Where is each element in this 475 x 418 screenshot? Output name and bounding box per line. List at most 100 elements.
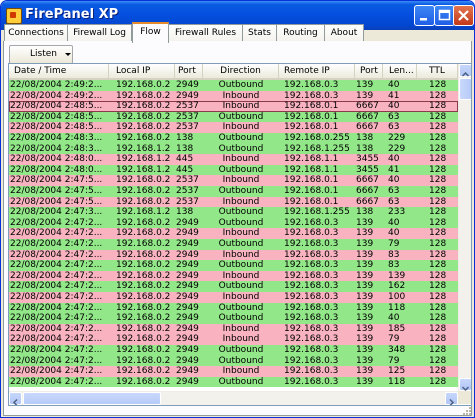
cell-ttl: 128 [429,111,447,122]
horizontal-scrollbar[interactable] [9,391,458,405]
listen-dropdown-button[interactable]: Listen [9,45,73,64]
table-row[interactable]: 22/08/2004 2:47:2... 192.168.0.2 2949 Inbou… [9,323,458,335]
cell-local-port: 138 [176,143,194,154]
scroll-right-button[interactable] [445,392,458,405]
table-row[interactable]: 22/08/2004 2:48:3... 192.168.0.2 138 Outbou… [9,133,458,144]
cell-direction: Outbound [218,281,264,292]
tab-stats[interactable]: Stats [242,24,277,41]
table-row[interactable]: 22/08/2004 2:47:2... 192.168.0.2 2949 Outbo… [9,239,458,250]
cell-remote-port: 139 [356,281,374,292]
cell-local-port: 2537 [176,101,199,112]
table-row[interactable]: 22/08/2004 2:47:5... 192.168.0.2 2537 Inbou… [9,196,458,208]
cell-remote-port: 6667 [356,186,379,196]
tab-about[interactable]: About [324,24,364,41]
cell-length: 41 [388,164,400,175]
cell-ttl: 128 [429,207,447,218]
cell-date-time: 22/08/2004 2:47:2... [10,355,103,366]
table-row[interactable]: 22/08/2004 2:47:2... 192.168.0.2 2949 Inbou… [9,334,458,345]
table-row[interactable]: 22/08/2004 2:47:2... 192.168.0.2 2949 Outbo… [9,260,458,271]
column-header-local-port[interactable]: Port [175,64,203,78]
cell-direction: Outbound [218,239,264,249]
table-row[interactable]: 22/08/2004 2:47:2... 192.168.0.2 2949 Outbo… [9,355,458,367]
cell-ttl: 128 [429,186,447,196]
tab-firewall-log[interactable]: Firewall Log [67,24,132,41]
cell-remote-ip: 192.168.0.3 [284,270,339,281]
cell-date-time: 22/08/2004 2:47:3... [10,207,103,218]
scroll-down-button[interactable] [459,378,471,392]
table-row[interactable]: 22/08/2004 2:47:2... 192.168.0.2 2949 Inbou… [9,270,458,282]
vertical-scroll-thumb[interactable] [459,78,471,100]
table-row[interactable]: 22/08/2004 2:47:2... 192.168.0.2 2949 Inbou… [9,249,458,261]
cell-length: 348 [388,345,406,355]
table-row[interactable]: 22/08/2004 2:47:2... 192.168.0.2 2949 Outbo… [9,281,458,292]
cell-ttl: 128 [429,366,447,377]
horizontal-scroll-thumb[interactable] [23,392,161,405]
cell-local-port: 2949 [176,260,199,271]
table-row[interactable]: 22/08/2004 2:48:0... 192.168.1.2 445 Inboun… [9,154,458,165]
cell-ttl: 128 [429,164,447,175]
tab-connections[interactable]: Connections [4,24,68,41]
cell-local-port: 445 [176,154,194,165]
cell-ttl: 128 [429,281,447,292]
cell-remote-ip: 192.168.0.3 [284,366,339,377]
listen-label: Listen [30,49,57,59]
cell-remote-port: 139 [356,323,374,334]
cell-local-ip: 192.168.1.2 [116,154,171,165]
cell-remote-ip: 192.168.0.1 [284,186,339,196]
table-row[interactable]: 22/08/2004 2:47:2... 192.168.0.2 2949 Inbou… [9,228,458,239]
column-header-ttl[interactable]: TTL [417,64,458,78]
table-row[interactable]: 22/08/2004 2:49:2... 192.168.0.2 2949 Outbo… [9,80,458,91]
table-rows: 22/08/2004 2:49:2... 192.168.0.2 2949 Outbo… [9,80,458,392]
table-row[interactable]: 22/08/2004 2:47:5... 192.168.0.2 2537 Inbou… [9,175,458,186]
table-row[interactable]: 22/08/2004 2:48:5... 192.168.0.2 2537 Outbo… [9,111,458,123]
cell-local-port: 2949 [176,217,199,228]
table-row[interactable]: 22/08/2004 2:48:0... 192.168.1.2 445 Outbou… [9,164,458,176]
column-header-remote-port[interactable]: Port [355,64,383,78]
table-row[interactable]: 22/08/2004 2:47:2... 192.168.0.2 2949 Inbou… [9,292,458,303]
table-row[interactable]: 22/08/2004 2:47:2... 192.168.0.2 2949 Outbo… [9,302,458,314]
column-header-direction[interactable]: Direction [203,64,279,78]
column-header-local-ip[interactable]: Local IP [109,64,175,78]
table-row[interactable]: 22/08/2004 2:47:2... 192.168.0.2 2949 Outbo… [9,313,458,324]
table-row[interactable]: 22/08/2004 2:47:2... 192.168.0.2 2949 Outbo… [9,217,458,229]
tab-routing[interactable]: Routing [276,24,325,41]
table-row[interactable]: 22/08/2004 2:48:5... 192.168.0.2 2537 Inbou… [9,122,458,133]
table-row[interactable]: 22/08/2004 2:47:3... 192.168.1.2 138 Outbou… [9,207,458,218]
flow-table[interactable]: Date / Time Local IP Port Direction Remo… [8,63,472,406]
cell-ttl: 128 [429,101,447,112]
table-row[interactable]: 22/08/2004 2:47:5... 192.168.0.2 2537 Outbo… [9,186,458,197]
table-row[interactable]: 22/08/2004 2:47:2... 192.168.0.2 2949 Outbo… [9,376,458,388]
arrow-right-icon [449,398,455,405]
column-header-remote-ip[interactable]: Remote IP [279,64,355,78]
cell-date-time: 22/08/2004 2:47:2... [10,323,103,334]
vertical-scrollbar[interactable] [458,64,471,392]
cell-ttl: 128 [429,249,447,260]
column-header-date-time[interactable]: Date / Time [9,64,109,78]
cell-local-ip: 192.168.0.2 [116,376,171,387]
cell-remote-ip: 192.168.0.3 [284,260,339,271]
cell-ttl: 128 [429,217,447,228]
tab-flow[interactable]: Flow [132,22,169,43]
table-row[interactable]: 22/08/2004 2:47:2... 192.168.0.2 2949 Inbou… [9,366,458,377]
cell-date-time: 22/08/2004 2:47:2... [10,376,103,387]
table-row[interactable]: 22/08/2004 2:48:3... 192.168.1.2 138 Outbou… [9,143,458,155]
resize-grip-icon[interactable] [460,406,472,416]
table-row[interactable]: 22/08/2004 2:47:2... 192.168.0.2 2949 Outbo… [9,345,458,356]
window-title: FirePanel XP [25,7,119,22]
cell-direction: Inbound [222,366,260,377]
cell-date-time: 22/08/2004 2:47:2... [10,260,103,271]
column-header-length[interactable]: Len... [383,64,417,78]
cell-remote-port: 6667 [356,122,379,133]
table-row[interactable]: 22/08/2004 2:49:2... 192.168.0.2 2949 Inbou… [9,90,458,102]
scroll-up-button[interactable] [459,64,471,77]
cell-date-time: 22/08/2004 2:48:0... [10,164,103,175]
scroll-left-button[interactable] [9,392,22,405]
cell-local-ip: 192.168.0.2 [116,366,171,377]
cell-date-time: 22/08/2004 2:47:2... [10,313,103,324]
cell-remote-port: 139 [356,217,374,228]
cell-length: 83 [388,249,400,260]
cell-direction: Outbound [218,80,264,90]
tab-firewall-rules[interactable]: Firewall Rules [168,24,243,41]
table-row[interactable]: 22/08/2004 2:48:5... 192.168.0.2 2537 Inbou… [9,101,458,112]
cell-length: 63 [388,196,400,207]
